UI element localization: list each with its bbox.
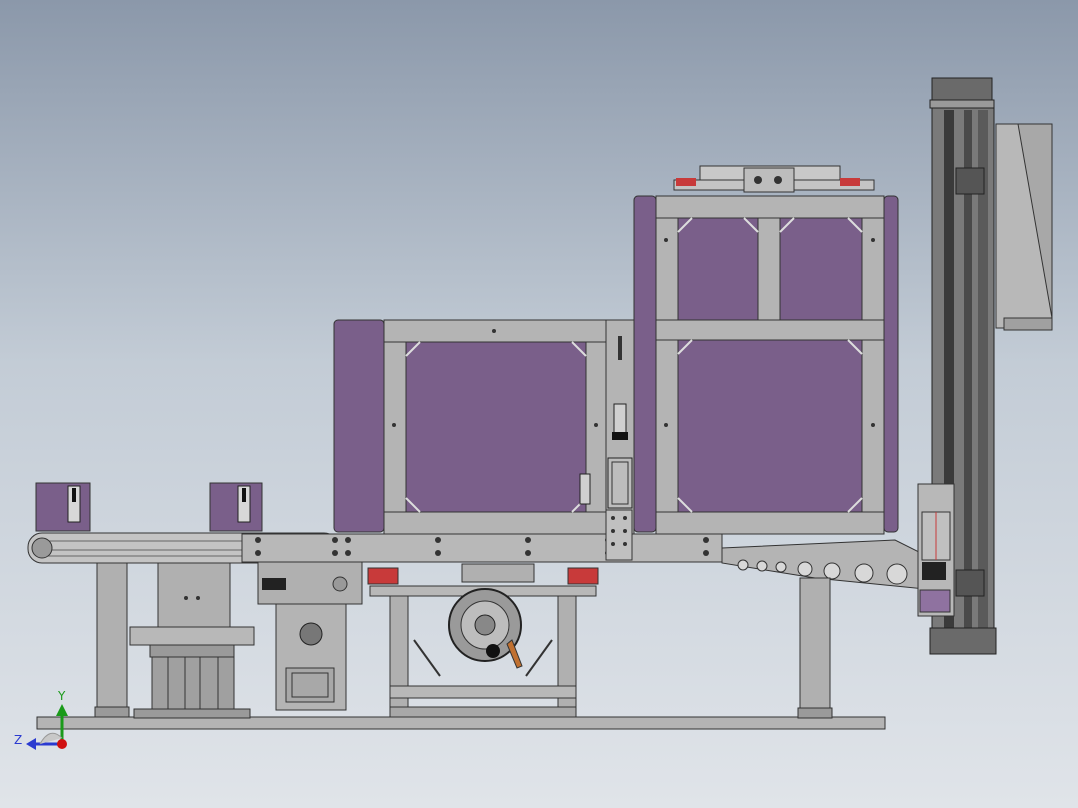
base-plate (36, 716, 886, 730)
axis-label-y: Y (57, 689, 66, 703)
tray-left-2 (209, 482, 263, 532)
lift-cylinder (151, 656, 235, 710)
cad-viewport[interactable]: Y Z (0, 0, 1078, 808)
gear-bracket (257, 561, 363, 711)
cabinet-right (633, 165, 899, 535)
right-leg (799, 577, 831, 709)
sensor-red-1 (367, 567, 399, 585)
panel-left-main (405, 341, 587, 513)
sensor-red-2 (567, 567, 599, 585)
axis-label-z: Z (14, 733, 22, 747)
panel-right-lower (677, 339, 863, 513)
panel-right-upper-left (677, 217, 759, 321)
vertical-actuator (917, 77, 1053, 655)
lower-cradle (369, 585, 597, 718)
cabinet-left (333, 319, 607, 535)
motor-shaft (299, 622, 323, 646)
right-arm (721, 539, 936, 719)
panel-right-upper-right (779, 217, 863, 321)
lift-block (157, 562, 231, 628)
conveyor-leg-1 (96, 562, 128, 718)
tray-left-1 (35, 482, 91, 532)
